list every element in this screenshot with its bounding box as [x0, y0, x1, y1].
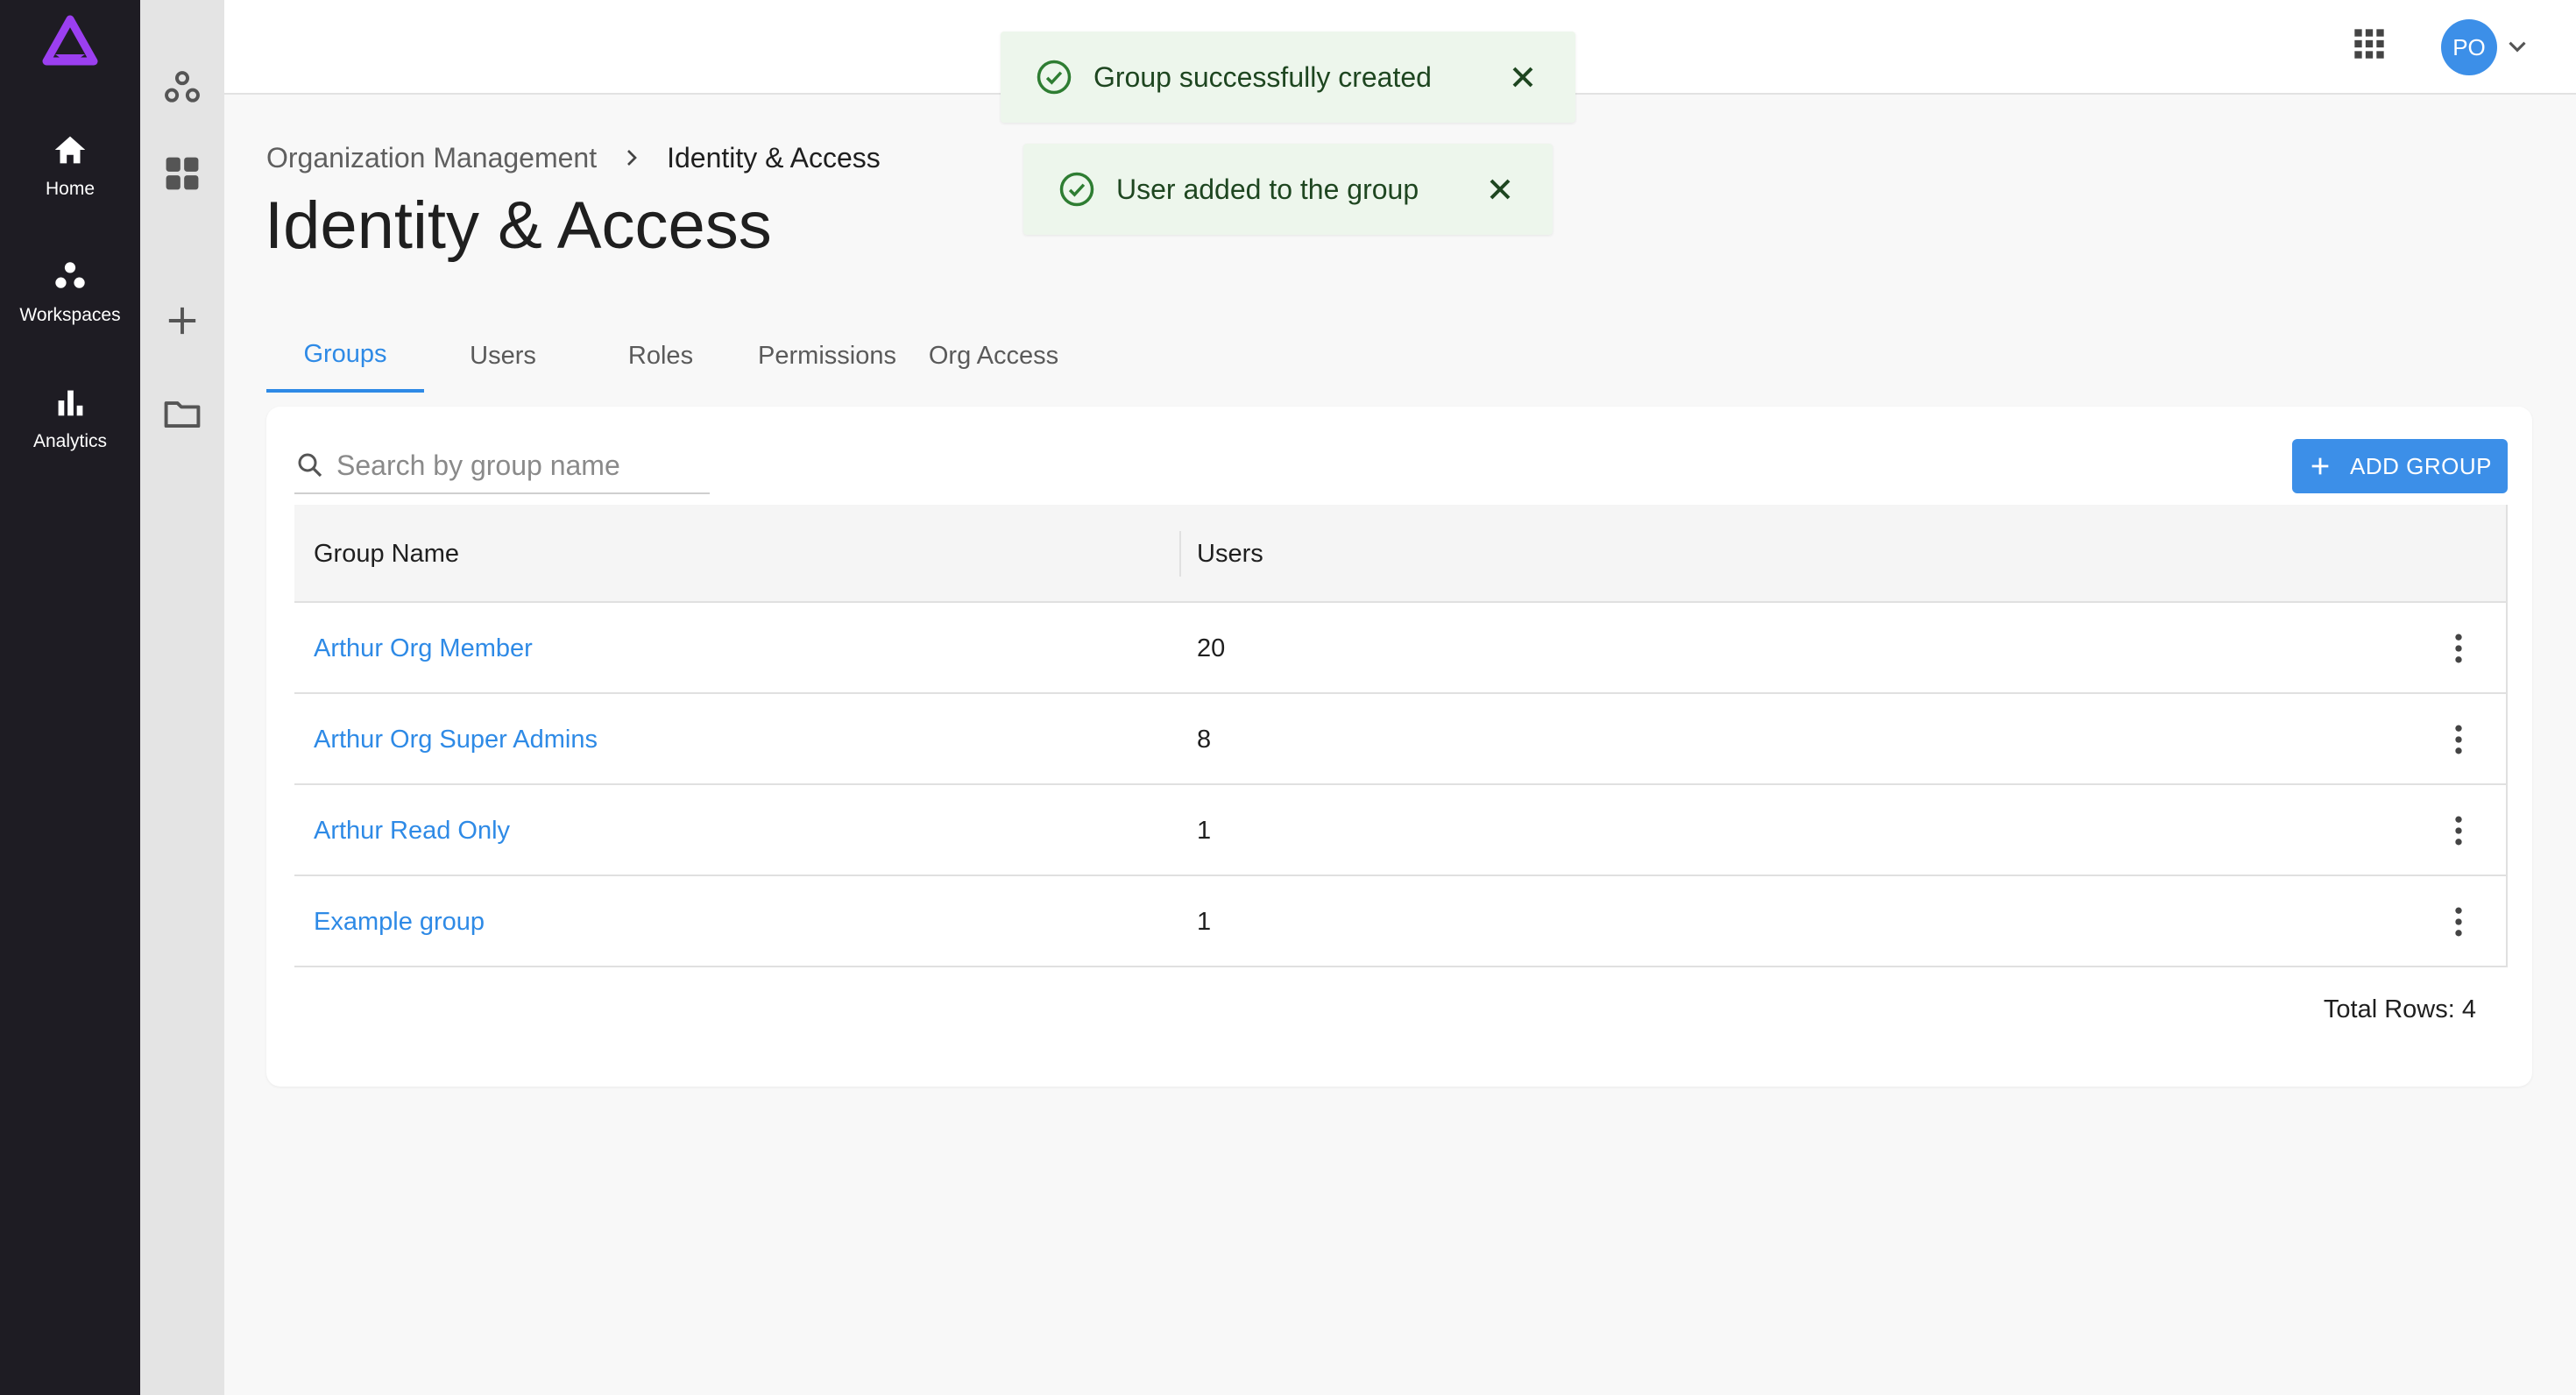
tab-roles[interactable]: Roles: [582, 319, 740, 393]
breadcrumb-current: Identity & Access: [667, 141, 881, 173]
toast-group-created: Group successfully created: [1001, 32, 1575, 123]
nav-item-label: Workspaces: [19, 305, 121, 325]
toast-message: User added to the group: [1116, 173, 1419, 205]
more-vertical-icon[interactable]: [2439, 903, 2478, 941]
add-icon[interactable]: [159, 298, 205, 343]
primary-sidebar: Home Workspaces Analytics: [0, 0, 140, 1395]
table-row: Arthur Org Member 20: [294, 603, 2508, 694]
column-header-group-name[interactable]: Group Name: [314, 505, 459, 603]
column-header-users[interactable]: Users: [1197, 505, 1263, 603]
close-icon[interactable]: [1483, 172, 1518, 207]
nav-item-workspaces[interactable]: Workspaces: [0, 256, 140, 352]
brand-logo-icon[interactable]: [41, 14, 99, 72]
column-divider: [1179, 531, 1181, 577]
total-rows-label: Total Rows: 4: [2323, 995, 2476, 1023]
group-name-link[interactable]: Arthur Read Only: [314, 785, 510, 876]
group-name-link[interactable]: Arthur Org Super Admins: [314, 694, 598, 785]
search-input[interactable]: [336, 449, 687, 482]
table-row: Arthur Org Super Admins 8: [294, 694, 2508, 785]
breadcrumb-parent-link[interactable]: Organization Management: [266, 142, 597, 174]
table-header: Group Name Users: [294, 505, 2508, 603]
group-user-count: 1: [1197, 907, 1212, 936]
add-group-button[interactable]: ADD GROUP: [2292, 439, 2508, 493]
close-icon[interactable]: [1505, 60, 1540, 95]
toast-message: Group successfully created: [1093, 60, 1432, 93]
more-vertical-icon[interactable]: [2439, 720, 2478, 759]
column-divider: [2506, 505, 2508, 603]
group-name-link[interactable]: Example group: [314, 876, 485, 967]
plus-icon: [2311, 457, 2329, 475]
nav-item-label: Home: [45, 179, 96, 199]
add-group-label: ADD GROUP: [2350, 452, 2492, 479]
nav-item-home[interactable]: Home: [0, 130, 140, 226]
workspaces-outline-icon[interactable]: [159, 65, 205, 110]
more-vertical-icon[interactable]: [2439, 811, 2478, 850]
tab-org-access[interactable]: Org Access: [915, 319, 1072, 393]
groups-card: ADD GROUP Group Name Users Arthur Org Me…: [266, 407, 2532, 1087]
secondary-sidebar: [140, 0, 224, 1395]
group-user-count: 8: [1197, 725, 1212, 754]
group-name-link[interactable]: Arthur Org Member: [314, 603, 533, 694]
chevron-right-icon: [627, 150, 637, 166]
search-field: [294, 438, 710, 494]
workspaces-icon: [55, 262, 85, 288]
table-row: Example group 1: [294, 876, 2508, 967]
home-icon: [54, 136, 86, 164]
column-divider: [2506, 694, 2508, 785]
group-user-count: 1: [1197, 816, 1212, 845]
nav-item-analytics[interactable]: Analytics: [0, 382, 140, 478]
breadcrumb: Organization Management Identity & Acces…: [266, 138, 881, 177]
table-row: Arthur Read Only 1: [294, 785, 2508, 876]
chevron-down-icon[interactable]: [2502, 32, 2532, 61]
page-title: Identity & Access: [265, 188, 772, 263]
tab-permissions[interactable]: Permissions: [740, 319, 915, 393]
tab-users[interactable]: Users: [424, 319, 582, 393]
check-circle-icon: [1037, 60, 1072, 95]
folder-icon[interactable]: [159, 391, 205, 436]
groups-table: Group Name Users Arthur Org Member 20 Ar…: [294, 505, 2508, 967]
group-user-count: 20: [1197, 634, 1226, 662]
dashboard-grid-icon[interactable]: [159, 151, 205, 196]
more-vertical-icon[interactable]: [2439, 629, 2478, 668]
toast-user-added: User added to the group: [1023, 144, 1553, 235]
user-avatar[interactable]: PO: [2441, 19, 2497, 75]
column-divider: [2506, 785, 2508, 876]
search-icon: [298, 453, 322, 478]
apps-grid-icon[interactable]: [2352, 26, 2387, 61]
column-divider: [2506, 876, 2508, 967]
analytics-icon: [58, 390, 83, 416]
check-circle-icon: [1059, 172, 1094, 207]
column-divider: [2506, 603, 2508, 694]
tab-groups[interactable]: Groups: [266, 319, 424, 393]
nav-item-label: Analytics: [32, 431, 108, 451]
